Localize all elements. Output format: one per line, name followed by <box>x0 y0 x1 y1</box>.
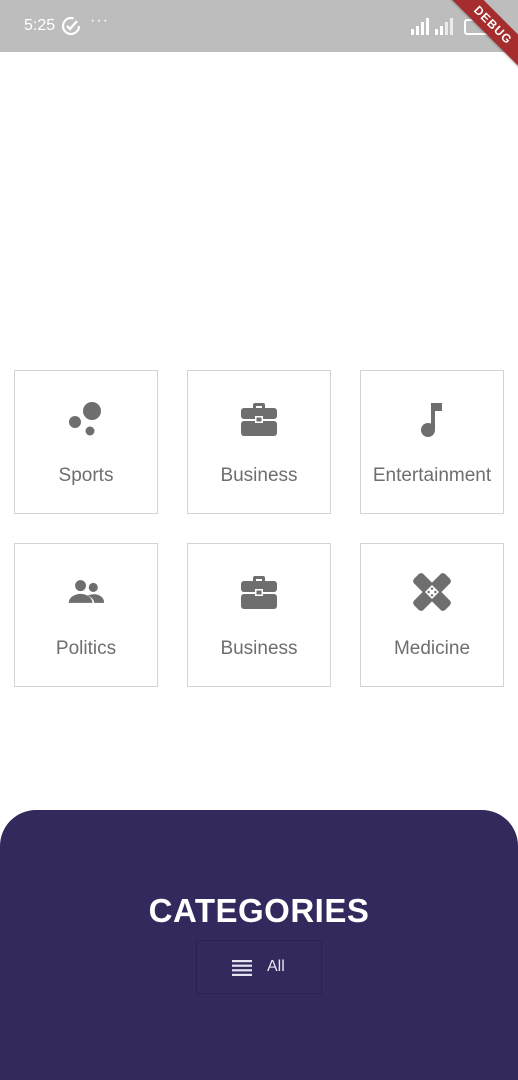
category-tile-sports[interactable]: Sports <box>14 370 158 514</box>
signal-icon <box>411 18 429 35</box>
bottom-panel: CATEGORIES All <box>0 810 518 1080</box>
all-button-label: All <box>267 958 285 975</box>
category-label: Medicine <box>393 638 471 659</box>
category-tile-business-2[interactable]: Business <box>187 543 331 687</box>
briefcase-icon <box>241 576 277 609</box>
category-label: Politics <box>55 638 117 659</box>
category-tile-politics[interactable]: Politics <box>14 543 158 687</box>
check-circle-icon <box>61 16 81 36</box>
status-bar: 5:25 ··· <box>0 0 518 52</box>
panel-title: CATEGORIES <box>148 892 370 929</box>
bubbles-icon <box>69 402 101 436</box>
category-label: Business <box>220 465 298 486</box>
status-time: 5:25 <box>24 17 56 34</box>
music-note-icon <box>421 403 442 437</box>
people-icon <box>68 580 105 603</box>
briefcase-icon <box>241 403 277 436</box>
category-tile-medicine[interactable]: Medicine <box>360 543 504 687</box>
category-label: Entertainment <box>372 465 492 486</box>
status-more-dots: ··· <box>90 12 109 29</box>
category-label: Business <box>220 638 298 659</box>
list-icon <box>232 960 252 976</box>
all-categories-button[interactable]: All <box>196 940 322 994</box>
healing-icon <box>413 573 451 611</box>
signal-icon <box>435 18 453 35</box>
category-tile-entertainment[interactable]: Entertainment <box>360 370 504 514</box>
category-tile-business[interactable]: Business <box>187 370 331 514</box>
category-label: Sports <box>58 465 114 486</box>
